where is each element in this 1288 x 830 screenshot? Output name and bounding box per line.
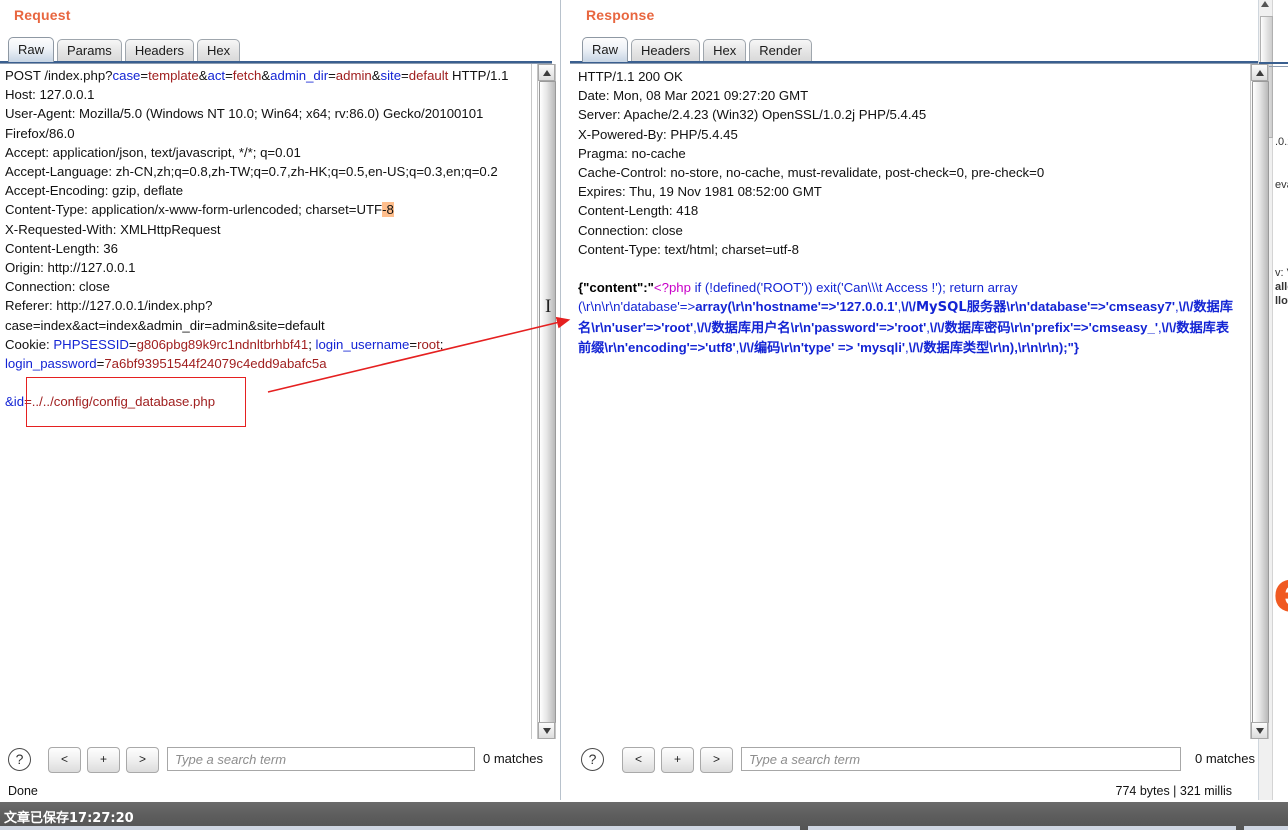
tab-request-raw[interactable]: Raw <box>8 37 55 62</box>
tab-response-headers[interactable]: Headers <box>631 39 701 62</box>
response-match-count: 0 matches <box>1195 751 1255 766</box>
search-add-button[interactable]: + <box>661 747 694 773</box>
taskbar: 文章已保存17:27:20 <box>0 802 1288 830</box>
response-panel: Response Raw Headers Hex Render HTTP/1.1… <box>570 0 1269 800</box>
request-scroll-thumb[interactable] <box>539 81 556 723</box>
response-vertical-scrollbar[interactable] <box>1250 64 1269 739</box>
background-text-fragment: allow <box>1275 281 1288 293</box>
background-text-fragment: .0.2j <box>1275 136 1288 148</box>
taskbar-segment <box>808 826 1236 830</box>
response-search-input[interactable]: Type a search term <box>741 747 1181 771</box>
request-tabbar: Raw Params Headers Hex <box>8 34 243 62</box>
request-vertical-scrollbar[interactable] <box>537 64 556 739</box>
search-prev-button[interactable]: < <box>48 747 81 773</box>
search-next-button[interactable]: > <box>700 747 733 773</box>
response-panel-title: Response <box>586 7 655 23</box>
tab-response-raw[interactable]: Raw <box>582 37 629 62</box>
response-search-bar: ? < + > Type a search term 0 matches <box>570 744 1258 776</box>
tab-response-hex[interactable]: Hex <box>703 39 747 62</box>
tab-response-render[interactable]: Render <box>749 39 812 62</box>
taskbar-status-label: 文章已保存17:27:20 <box>4 811 134 826</box>
help-icon[interactable]: ? <box>581 748 604 771</box>
background-text-fragment: evalida <box>1275 179 1288 191</box>
help-icon[interactable]: ? <box>8 748 31 771</box>
response-scroll-up-icon[interactable] <box>1251 64 1268 81</box>
response-scroll-thumb[interactable] <box>1252 81 1269 723</box>
response-raw-editor[interactable]: HTTP/1.1 200 OK Date: Mon, 08 Mar 2021 0… <box>570 64 1245 739</box>
cmseasy-logo-icon: e <box>1273 572 1288 618</box>
search-add-button[interactable]: + <box>87 747 120 773</box>
taskbar-segment <box>1244 826 1288 830</box>
annotation-box-payload <box>26 377 246 427</box>
burp-suite-window: .0.2j evalida v: Va allow llow: e Reques… <box>0 0 1288 830</box>
request-scroll-down-icon[interactable] <box>538 722 555 739</box>
request-panel-title: Request <box>14 7 71 23</box>
response-tabbar: Raw Headers Hex Render <box>582 34 815 62</box>
request-search-bar: ? < + > Type a search term 0 matches <box>0 744 560 776</box>
scroll-up-arrow-icon[interactable] <box>1261 1 1269 7</box>
response-scroll-down-icon[interactable] <box>1251 722 1268 739</box>
request-match-count: 0 matches <box>483 751 543 766</box>
response-stats-text: 774 bytes | 321 millis <box>1115 784 1233 798</box>
tab-request-params[interactable]: Params <box>57 39 122 62</box>
request-status-text: Done <box>8 784 38 798</box>
response-raw-text: HTTP/1.1 200 OK Date: Mon, 08 Mar 2021 0… <box>578 69 1233 356</box>
request-raw-text: POST /index.php?case=template&act=fetch&… <box>5 68 509 410</box>
taskbar-segment <box>0 826 800 830</box>
request-search-input[interactable]: Type a search term <box>167 747 475 771</box>
search-next-button[interactable]: > <box>126 747 159 773</box>
tab-request-headers[interactable]: Headers <box>124 39 194 62</box>
tab-request-hex[interactable]: Hex <box>196 39 241 62</box>
background-text-fragment: llow: <box>1275 295 1288 307</box>
search-prev-button[interactable]: < <box>622 747 655 773</box>
request-scroll-up-icon[interactable] <box>538 64 555 81</box>
text-cursor-icon: I <box>545 296 552 317</box>
background-text-fragment: v: Va <box>1275 267 1288 279</box>
